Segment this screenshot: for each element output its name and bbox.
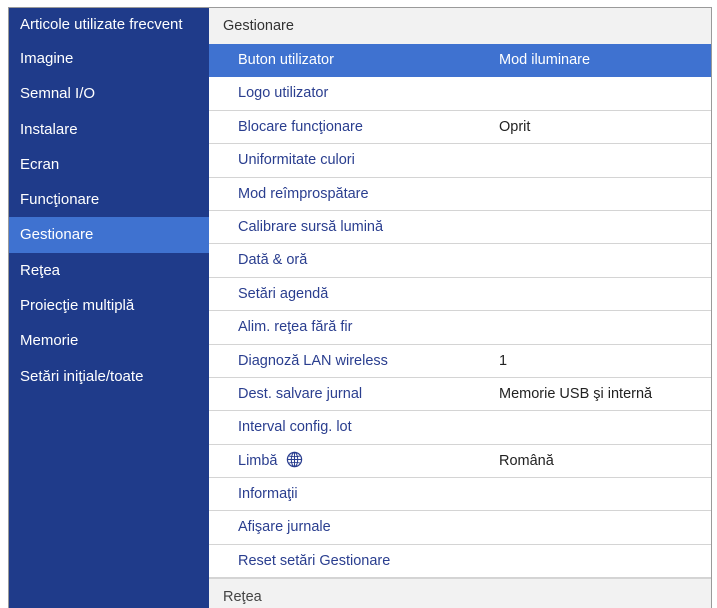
row-label: Reset setări Gestionare bbox=[238, 552, 391, 569]
menu-row-user-button[interactable]: Buton utilizator Mod iluminare bbox=[209, 44, 711, 78]
sidebar-item-initial-settings[interactable]: Setări iniţiale/toate bbox=[9, 359, 209, 394]
sidebar-item-signal-io[interactable]: Semnal I/O bbox=[9, 76, 209, 111]
sidebar-item-operation[interactable]: Funcţionare bbox=[9, 182, 209, 217]
menu-row-display-logs[interactable]: Afişare jurnale bbox=[209, 511, 711, 545]
row-value: Mod iluminare bbox=[499, 52, 591, 68]
row-label-wrap: Limbă bbox=[238, 445, 303, 477]
row-label: Limbă bbox=[238, 452, 278, 469]
menu-row-schedule-settings[interactable]: Setări agendă bbox=[209, 277, 711, 312]
sidebar-item-frequent[interactable]: Articole utilizate frecvent bbox=[9, 8, 209, 41]
row-label: Interval config. lot bbox=[238, 419, 352, 436]
menu-row-light-calibration[interactable]: Calibrare sursă lumină bbox=[209, 210, 711, 245]
menu-row-language[interactable]: Limbă Română bbox=[209, 444, 711, 479]
row-label: Setări agendă bbox=[238, 285, 329, 302]
globe-icon bbox=[286, 451, 302, 468]
row-value: Română bbox=[499, 452, 554, 469]
menu-row-log-save-destination[interactable]: Dest. salvare jurnal Memorie USB şi inte… bbox=[209, 377, 711, 412]
sidebar-item-management[interactable]: Gestionare bbox=[9, 217, 209, 253]
row-label: Mod reîmprospătare bbox=[238, 185, 369, 202]
row-value: Memorie USB şi internă bbox=[499, 385, 653, 402]
row-label: Dată & oră bbox=[238, 252, 308, 269]
row-label: Dest. salvare jurnal bbox=[238, 385, 363, 402]
sidebar-item-display[interactable]: Ecran bbox=[9, 147, 209, 182]
menu-row-reset-management[interactable]: Reset setări Gestionare bbox=[209, 544, 711, 579]
menu-row-operation-lock[interactable]: Blocare funcţionare Oprit bbox=[209, 110, 711, 145]
row-label: Calibrare sursă lumină bbox=[238, 218, 384, 235]
menu-row-wireless-lan-diagnosis[interactable]: Diagnoză LAN wireless 1 bbox=[209, 344, 711, 378]
row-value: Oprit bbox=[499, 118, 531, 135]
row-label: Alim. reţea fără fir bbox=[238, 319, 353, 336]
row-label: Buton utilizator bbox=[238, 52, 334, 68]
sidebar-item-multi-projection[interactable]: Proiecţie multiplă bbox=[9, 288, 209, 323]
sidebar: Articole utilizate frecvent Imagine Semn… bbox=[9, 8, 209, 608]
menu-row-color-uniformity[interactable]: Uniformitate culori bbox=[209, 144, 711, 178]
sidebar-item-installation[interactable]: Instalare bbox=[9, 112, 209, 147]
menu-row-user-logo[interactable]: Logo utilizator bbox=[209, 77, 711, 111]
row-label: Afişare jurnale bbox=[238, 519, 331, 536]
panel-title: Gestionare bbox=[223, 18, 294, 34]
row-label: Blocare funcţionare bbox=[238, 118, 363, 135]
settings-panel: Gestionare Buton utilizator Mod iluminar… bbox=[209, 8, 711, 608]
sidebar-item-image[interactable]: Imagine bbox=[9, 41, 209, 76]
next-section-header: Reţea bbox=[209, 578, 711, 608]
menu-row-batch-setup-range[interactable]: Interval config. lot bbox=[209, 411, 711, 445]
menu-row-refresh-mode[interactable]: Mod reîmprospătare bbox=[209, 177, 711, 211]
row-label: Diagnoză LAN wireless bbox=[238, 352, 388, 369]
row-label: Logo utilizator bbox=[238, 85, 329, 102]
menu-row-date-time[interactable]: Dată & oră bbox=[209, 244, 711, 278]
settings-menu: Articole utilizate frecvent Imagine Semn… bbox=[8, 7, 712, 608]
row-value: 1 bbox=[499, 352, 508, 369]
row-label: Uniformitate culori bbox=[238, 152, 355, 169]
row-label: Informaţii bbox=[238, 486, 298, 503]
sidebar-item-network[interactable]: Reţea bbox=[9, 253, 209, 288]
sidebar-item-memory[interactable]: Memorie bbox=[9, 323, 209, 358]
menu-row-wireless-power[interactable]: Alim. reţea fără fir bbox=[209, 311, 711, 345]
menu-row-information[interactable]: Informaţii bbox=[209, 478, 711, 512]
